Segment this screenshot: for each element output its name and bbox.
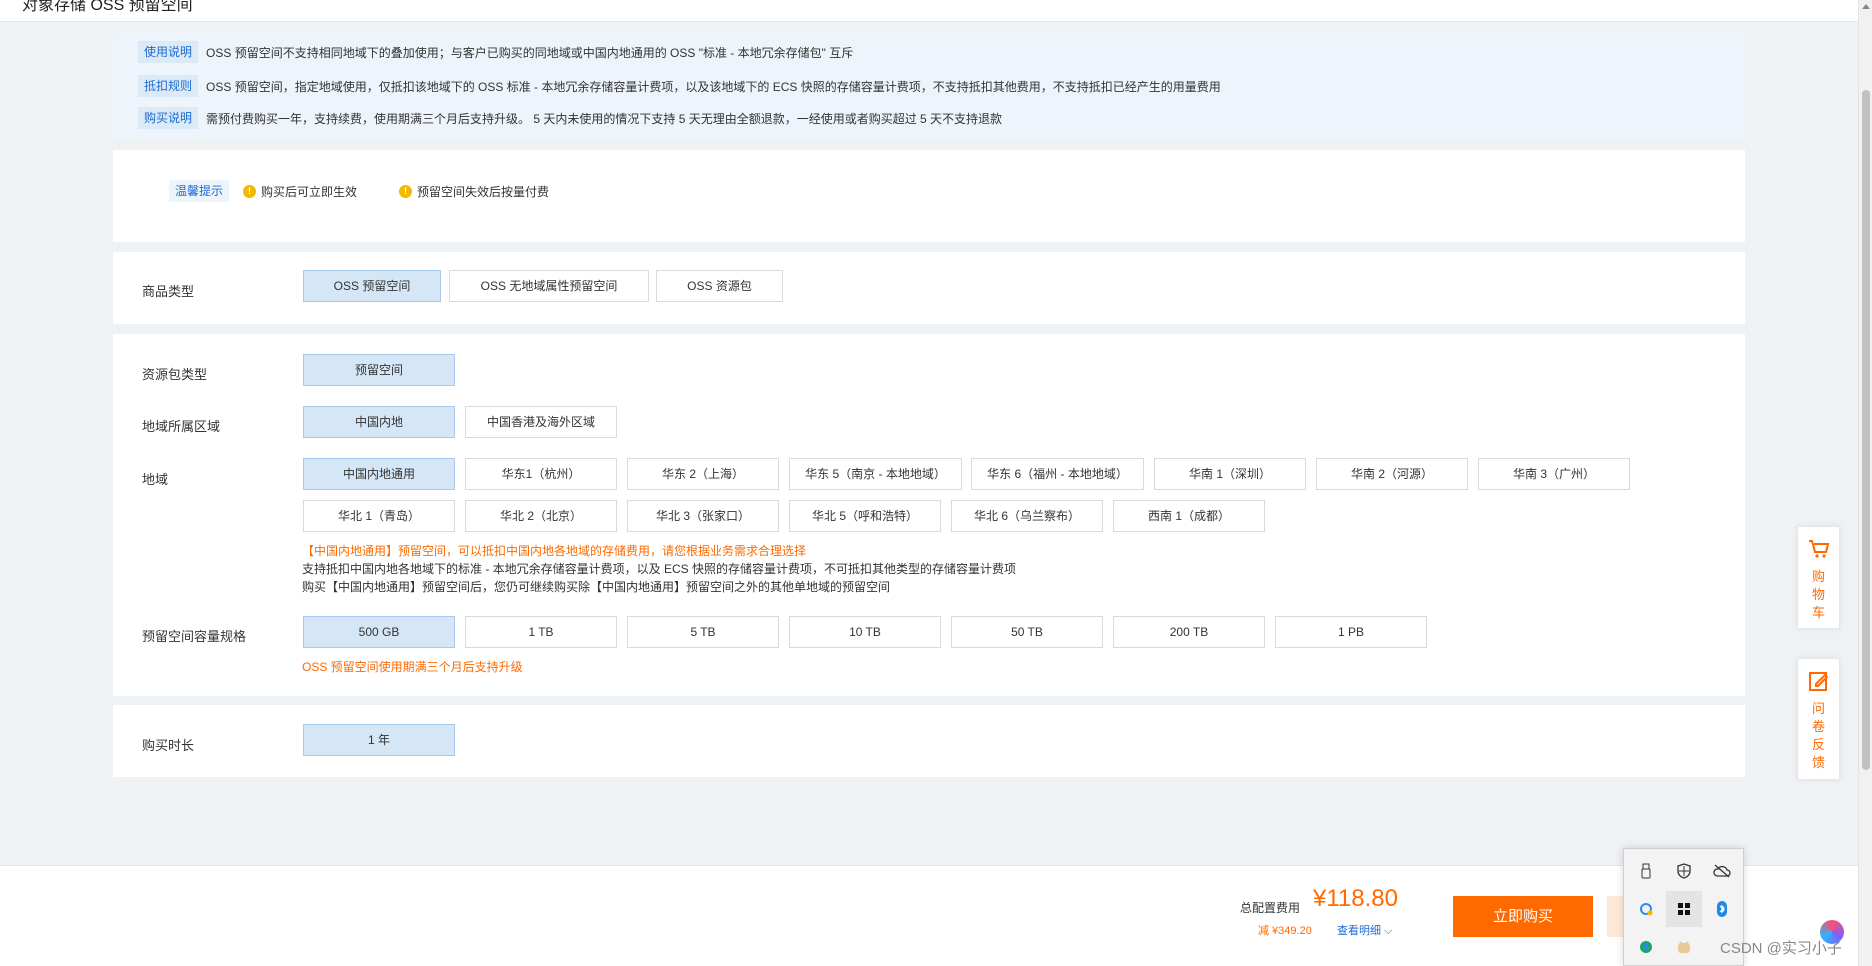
scrollbar-thumb[interactable] bbox=[1862, 90, 1870, 770]
region-option[interactable]: 华北 5（呼和浩特） bbox=[789, 500, 941, 532]
package-type-label: 资源包类型 bbox=[142, 367, 208, 382]
tip-text: 购买后可立即生效 bbox=[261, 184, 358, 199]
notice-tag: 使用说明 bbox=[138, 41, 199, 63]
region-option[interactable]: 华北 1（青岛） bbox=[303, 500, 455, 532]
bluetooth-icon[interactable] bbox=[1704, 891, 1740, 927]
product-option-oss-no-region[interactable]: OSS 无地域属性预留空间 bbox=[449, 270, 649, 302]
product-option-oss-reserved[interactable]: OSS 预留空间 bbox=[303, 270, 441, 302]
notice-text: 需预付费购买一年，支持续费，使用期满三个月后支持升级。 5 天内未使用的情况下支… bbox=[206, 111, 1003, 126]
region-option[interactable]: 中国内地通用 bbox=[303, 458, 455, 490]
notice-row-purchase: 购买说明 需预付费购买一年，支持续费，使用期满三个月后支持升级。 5 天内未使用… bbox=[138, 107, 1002, 129]
footer-bar: 总配置费用 ¥118.80 减 ¥349.20 查看明细 ⌵ 立即购买 bbox=[0, 865, 1858, 966]
region-option[interactable]: 华北 2（北京） bbox=[465, 500, 617, 532]
region-option[interactable]: 华北 6（乌兰察布） bbox=[951, 500, 1103, 532]
page-scrollbar[interactable] bbox=[1858, 0, 1872, 966]
duration-label: 购买时长 bbox=[142, 738, 195, 753]
duration-option-1-year[interactable]: 1 年 bbox=[303, 724, 455, 756]
region-option[interactable]: 华东1（杭州） bbox=[465, 458, 617, 490]
product-type-label: 商品类型 bbox=[142, 284, 195, 299]
tips-tag: 温馨提示 bbox=[169, 180, 230, 202]
edge-icon[interactable] bbox=[1628, 929, 1664, 965]
capacity-note: OSS 预留空间使用期满三个月后支持升级 bbox=[302, 660, 523, 674]
region-option[interactable]: 华南 1（深圳） bbox=[1154, 458, 1306, 490]
cart-side-button[interactable]: 购物车 bbox=[1797, 526, 1840, 629]
total-cost-label: 总配置费用 bbox=[1240, 901, 1301, 915]
area-label: 地域所属区域 bbox=[142, 419, 221, 434]
notice-text: OSS 预留空间不支持相同地域下的叠加使用；与客户已购买的同地域或中国内地通用的… bbox=[206, 45, 854, 60]
cart-icon bbox=[1808, 540, 1829, 558]
buy-now-button[interactable]: 立即购买 bbox=[1453, 896, 1593, 937]
region-option[interactable]: 华北 3（张家口） bbox=[627, 500, 779, 532]
product-option-oss-package[interactable]: OSS 资源包 bbox=[656, 270, 783, 302]
region-option[interactable]: 华东 6（福州 - 本地地域） bbox=[971, 458, 1144, 490]
tip-item: ! 购买后可立即生效 bbox=[243, 180, 357, 202]
info-icon: ! bbox=[399, 184, 412, 198]
capacity-option[interactable]: 5 TB bbox=[627, 616, 779, 648]
shield-icon[interactable] bbox=[1666, 853, 1702, 889]
top-bar: 对象存储 OSS 预留空间 bbox=[0, 0, 1858, 22]
feedback-side-button[interactable]: 问卷反馈 bbox=[1797, 658, 1840, 780]
capacity-option[interactable]: 500 GB bbox=[303, 616, 455, 648]
area-option-mainland[interactable]: 中国内地 bbox=[303, 406, 455, 438]
capacity-label: 预留空间容量规格 bbox=[142, 629, 247, 644]
chevron-down-icon: ⌵ bbox=[1384, 925, 1393, 937]
total-price: ¥118.80 bbox=[1313, 885, 1398, 912]
region-option[interactable]: 西南 1（成都） bbox=[1113, 500, 1265, 532]
notice-panel: 使用说明 OSS 预留空间不支持相同地域下的叠加使用；与客户已购买的同地域或中国… bbox=[113, 34, 1745, 139]
notice-tag: 抵扣规则 bbox=[138, 75, 199, 97]
spec-panel: 资源包类型 预留空间 地域所属区域 中国内地 中国香港及海外区域 地域 中国内地… bbox=[113, 334, 1745, 696]
notice-text: OSS 预留空间，指定地域使用，仅抵扣该地域下的 OSS 标准 - 本地冗余存储… bbox=[206, 79, 1221, 94]
discount-amount: 减 ¥349.20 bbox=[1258, 925, 1312, 937]
capacity-option[interactable]: 1 PB bbox=[1275, 616, 1427, 648]
info-icon: ! bbox=[243, 184, 256, 198]
region-option[interactable]: 华东 5（南京 - 本地地域） bbox=[789, 458, 962, 490]
region-note: 购买【中国内地通用】预留空间后，您仍可继续购买除【中国内地通用】预留空间之外的其… bbox=[302, 580, 891, 594]
cart-label: 购物车 bbox=[1811, 569, 1825, 620]
region-option[interactable]: 华东 2（上海） bbox=[627, 458, 779, 490]
product-type-panel: 商品类型 OSS 预留空间 OSS 无地域属性预留空间 OSS 资源包 bbox=[113, 252, 1745, 324]
app-grid-icon[interactable] bbox=[1666, 891, 1702, 927]
capacity-option[interactable]: 50 TB bbox=[951, 616, 1103, 648]
cat-app-icon[interactable] bbox=[1666, 929, 1702, 965]
tip-text: 预留空间失效后按量付费 bbox=[417, 184, 550, 199]
capacity-option[interactable]: 10 TB bbox=[789, 616, 941, 648]
region-note: 支持抵扣中国内地各地域下的标准 - 本地冗余存储容量计费项，以及 ECS 快照的… bbox=[302, 562, 1017, 576]
usb-icon[interactable] bbox=[1628, 853, 1664, 889]
notice-row-deduction: 抵扣规则 OSS 预留空间，指定地域使用，仅抵扣该地域下的 OSS 标准 - 本… bbox=[138, 75, 1221, 97]
notice-tag: 购买说明 bbox=[138, 107, 199, 129]
sync-icon[interactable] bbox=[1628, 891, 1664, 927]
capacity-option[interactable]: 200 TB bbox=[1113, 616, 1265, 648]
cloud-off-icon[interactable] bbox=[1704, 853, 1740, 889]
view-details-link[interactable]: 查看明细 ⌵ bbox=[1337, 922, 1392, 938]
notice-row-usage: 使用说明 OSS 预留空间不支持相同地域下的叠加使用；与客户已购买的同地域或中国… bbox=[138, 41, 853, 63]
duration-panel: 购买时长 1 年 bbox=[113, 705, 1745, 777]
page-title: 对象存储 OSS 预留空间 bbox=[22, 0, 193, 14]
scroll-up-icon[interactable] bbox=[1862, 4, 1870, 9]
package-option-reserved[interactable]: 预留空间 bbox=[303, 354, 455, 386]
tips-panel: 温馨提示 ! 购买后可立即生效 ! 预留空间失效后按量付费 bbox=[113, 150, 1745, 242]
view-details-label: 查看明细 bbox=[1337, 925, 1381, 937]
region-option[interactable]: 华南 2（河源） bbox=[1316, 458, 1468, 490]
feedback-label: 问卷反馈 bbox=[1811, 701, 1825, 770]
area-option-hk-overseas[interactable]: 中国香港及海外区域 bbox=[465, 406, 617, 438]
region-option[interactable]: 华南 3（广州） bbox=[1478, 458, 1630, 490]
region-warning-note: 【中国内地通用】预留空间，可以抵扣中国内地各地域的存储费用，请您根据业务需求合理… bbox=[302, 544, 807, 558]
tip-item: ! 预留空间失效后按量付费 bbox=[399, 180, 549, 202]
assistant-icon[interactable] bbox=[1820, 920, 1844, 944]
capacity-option[interactable]: 1 TB bbox=[465, 616, 617, 648]
region-label: 地域 bbox=[142, 472, 169, 487]
edit-icon bbox=[1808, 672, 1828, 691]
